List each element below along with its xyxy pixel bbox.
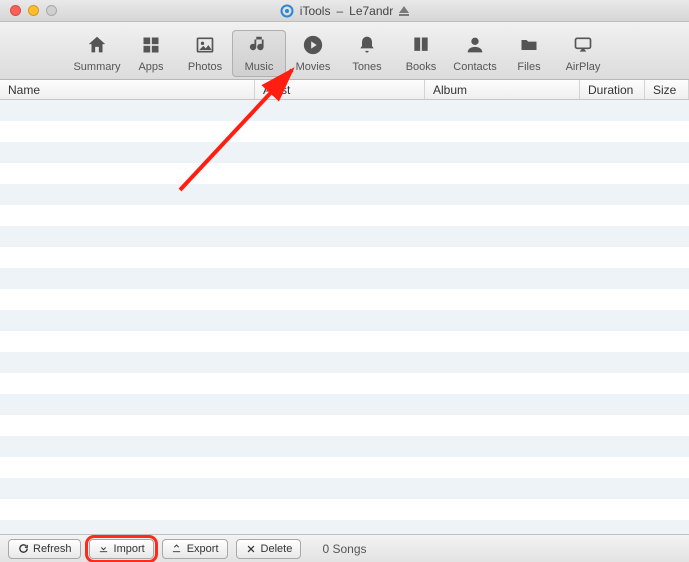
list-row [0, 331, 689, 352]
list-row [0, 163, 689, 184]
column-headers: Name Artist Album Duration Size [0, 80, 689, 100]
grid-icon [138, 32, 164, 58]
list-row [0, 415, 689, 436]
list-row [0, 205, 689, 226]
list-row [0, 310, 689, 331]
list-row [0, 520, 689, 534]
folder-icon [516, 32, 542, 58]
app-logo-icon [280, 4, 294, 18]
traffic-lights [0, 5, 57, 16]
titlebar: iTools – Le7andr [0, 0, 689, 22]
refresh-button[interactable]: Refresh [8, 539, 81, 559]
toolbar-tones[interactable]: Tones [340, 30, 394, 77]
toolbar-label: Contacts [453, 61, 496, 73]
toolbar: Summary Apps Photos Music Movies Tones [0, 22, 689, 80]
toolbar-label: Files [517, 61, 540, 73]
list-row [0, 436, 689, 457]
airplay-icon [570, 32, 596, 58]
toolbar-label: Music [245, 61, 274, 73]
toolbar-label: Tones [352, 61, 381, 73]
device-name: Le7andr [349, 4, 393, 18]
list-row [0, 289, 689, 310]
app-name: iTools [300, 4, 331, 18]
column-name[interactable]: Name [0, 80, 255, 99]
toolbar-movies[interactable]: Movies [286, 30, 340, 77]
toolbar-label: Books [406, 61, 437, 73]
export-icon [171, 543, 183, 555]
column-duration[interactable]: Duration [580, 80, 645, 99]
toolbar-books[interactable]: Books [394, 30, 448, 77]
book-icon [408, 32, 434, 58]
column-artist[interactable]: Artist [255, 80, 425, 99]
toolbar-summary[interactable]: Summary [70, 30, 124, 77]
list-row [0, 499, 689, 520]
delete-button[interactable]: Delete [236, 539, 302, 559]
toolbar-apps[interactable]: Apps [124, 30, 178, 77]
column-size[interactable]: Size [645, 80, 689, 99]
list-row [0, 457, 689, 478]
list-row [0, 268, 689, 289]
list-row [0, 352, 689, 373]
song-list[interactable] [0, 100, 689, 534]
toolbar-label: Photos [188, 61, 222, 73]
window-title: iTools – Le7andr [0, 0, 689, 22]
toolbar-files[interactable]: Files [502, 30, 556, 77]
toolbar-photos[interactable]: Photos [178, 30, 232, 77]
import-button[interactable]: Import [89, 539, 154, 559]
list-row [0, 121, 689, 142]
eject-icon[interactable] [399, 6, 409, 16]
list-row [0, 394, 689, 415]
contact-icon [462, 32, 488, 58]
bottom-bar: Refresh Import Export Delete 0 Songs [0, 534, 689, 562]
export-button[interactable]: Export [162, 539, 228, 559]
toolbar-music[interactable]: Music [232, 30, 286, 77]
list-row [0, 142, 689, 163]
bell-icon [354, 32, 380, 58]
annotation-highlight: Import [89, 539, 154, 559]
minimize-button[interactable] [28, 5, 39, 16]
list-row [0, 100, 689, 121]
toolbar-airplay[interactable]: AirPlay [556, 30, 610, 77]
import-icon [98, 543, 110, 555]
status-text: 0 Songs [322, 542, 366, 556]
refresh-icon [17, 543, 29, 555]
music-icon [246, 32, 272, 58]
toolbar-label: Movies [296, 61, 331, 73]
list-row [0, 247, 689, 268]
toolbar-label: AirPlay [566, 61, 601, 73]
list-row [0, 184, 689, 205]
delete-icon [245, 543, 257, 555]
toolbar-contacts[interactable]: Contacts [448, 30, 502, 77]
home-icon [84, 32, 110, 58]
list-row [0, 373, 689, 394]
column-album[interactable]: Album [425, 80, 580, 99]
list-row [0, 226, 689, 247]
close-button[interactable] [10, 5, 21, 16]
play-icon [300, 32, 326, 58]
list-row [0, 478, 689, 499]
zoom-button[interactable] [46, 5, 57, 16]
toolbar-label: Summary [73, 61, 120, 73]
toolbar-label: Apps [138, 61, 163, 73]
image-icon [192, 32, 218, 58]
